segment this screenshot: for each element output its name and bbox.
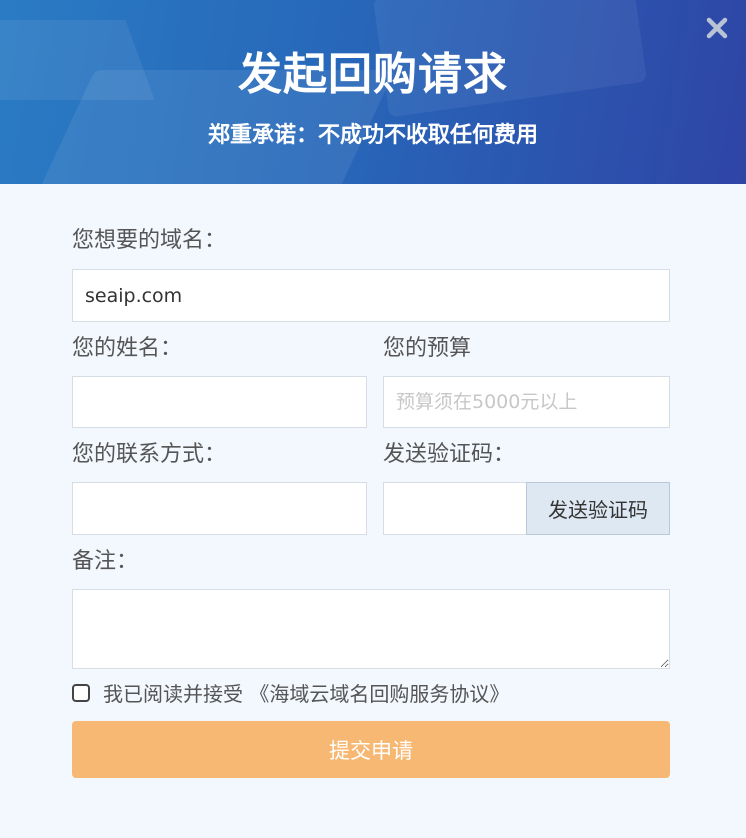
agree-label: 我已阅读并接受 — [103, 682, 243, 706]
name-input[interactable] — [72, 376, 367, 428]
domain-input[interactable] — [72, 269, 670, 322]
dialog-header: 发起回购请求 郑重承诺：不成功不收取任何费用 — [0, 0, 746, 184]
submit-button[interactable]: 提交申请 — [72, 721, 670, 778]
remark-textarea[interactable] — [72, 589, 670, 669]
close-button[interactable] — [703, 14, 731, 42]
budget-label: 您的预算 — [383, 336, 472, 361]
contact-label: 您的联系方式： — [72, 442, 227, 467]
dialog-subtitle: 郑重承诺：不成功不收取任何费用 — [207, 123, 538, 148]
budget-input[interactable] — [383, 376, 670, 428]
dialog-title: 发起回购请求 — [238, 49, 508, 100]
agreement-link[interactable]: 《海域云域名回购服务协议》 — [249, 682, 509, 706]
close-icon — [706, 17, 728, 39]
agreement-text: 我已阅读并接受 《海域云域名回购服务协议》 — [103, 679, 509, 709]
send-code-button[interactable]: 发送验证码 — [526, 482, 670, 535]
verification-code-input[interactable] — [383, 482, 527, 535]
contact-input[interactable] — [72, 482, 367, 535]
verification-code-label: 发送验证码： — [383, 442, 516, 467]
domain-label: 您想要的域名： — [72, 228, 227, 253]
name-label: 您的姓名： — [72, 336, 183, 361]
agree-checkbox[interactable] — [72, 684, 90, 702]
remark-label: 备注： — [72, 549, 139, 574]
